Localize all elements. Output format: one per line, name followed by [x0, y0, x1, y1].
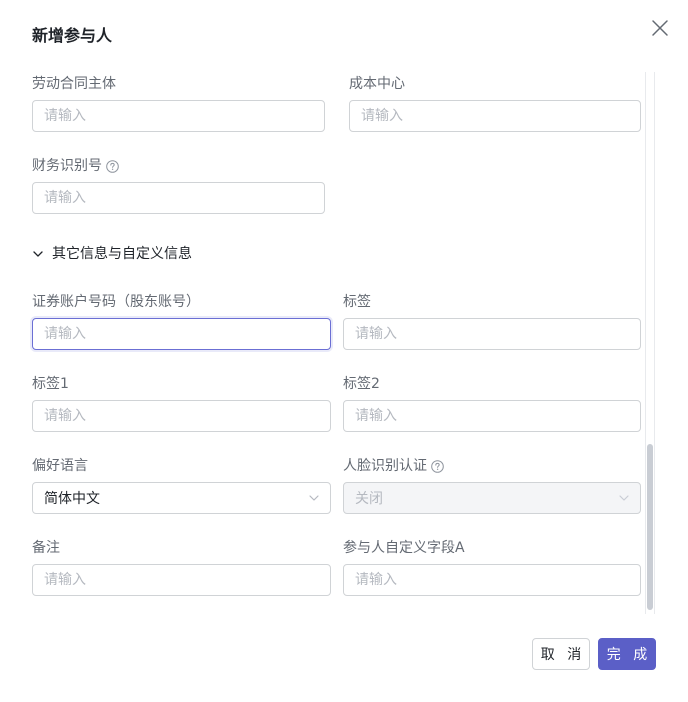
- close-button[interactable]: [650, 18, 670, 38]
- cost-center-field: 成本中心: [349, 74, 641, 132]
- tag2-label: 标签2: [343, 376, 380, 392]
- face-recognition-label-text: 人脸识别认证: [343, 458, 427, 474]
- preferred-language-select[interactable]: 简体中文: [32, 482, 331, 514]
- chevron-down-icon: [619, 495, 629, 501]
- face-recognition-label: 人脸识别认证: [343, 456, 641, 476]
- scrollbar-thumb[interactable]: [647, 444, 653, 610]
- cost-center-label: 成本中心: [349, 76, 405, 92]
- tag-field: 标签: [343, 292, 641, 350]
- chevron-down-icon: [33, 251, 43, 257]
- tag1-label: 标签1: [32, 376, 69, 392]
- custom-field-a-field: 参与人自定义字段A: [343, 538, 641, 596]
- question-circle-icon[interactable]: [431, 459, 444, 473]
- other-info-section-toggle[interactable]: 其它信息与自定义信息: [32, 244, 192, 264]
- finance-id-label-text: 财务识别号: [32, 158, 102, 174]
- remarks-input[interactable]: [32, 564, 331, 596]
- labor-contract-label: 劳动合同主体: [32, 76, 116, 92]
- remarks-label: 备注: [32, 540, 60, 556]
- face-recognition-value: 关闭: [355, 491, 383, 507]
- scrollbar-track[interactable]: [645, 72, 655, 614]
- face-recognition-select[interactable]: 关闭: [343, 482, 641, 514]
- question-circle-icon[interactable]: [106, 159, 119, 173]
- finance-id-input[interactable]: [32, 182, 325, 214]
- cancel-button[interactable]: 取 消: [532, 638, 590, 670]
- chevron-down-icon: [309, 495, 319, 501]
- tag2-field: 标签2: [343, 374, 641, 432]
- preferred-language-label: 偏好语言: [32, 458, 88, 474]
- custom-field-a-input[interactable]: [343, 564, 641, 596]
- dialog-footer: 取 消 完 成: [0, 614, 688, 702]
- tag2-input[interactable]: [343, 400, 641, 432]
- tag-input[interactable]: [343, 318, 641, 350]
- preferred-language-value: 简体中文: [44, 491, 100, 507]
- done-button[interactable]: 完 成: [598, 638, 656, 670]
- securities-account-field: 证券账户号码（股东账号）: [32, 292, 331, 350]
- dialog-title: 新增参与人: [32, 26, 113, 45]
- add-participant-dialog: 新增参与人 劳动合同主体 成本中心 财务识别号: [0, 0, 688, 702]
- securities-account-input[interactable]: [32, 318, 331, 350]
- scrollbar-border-right: [654, 72, 655, 614]
- other-info-section-title: 其它信息与自定义信息: [52, 246, 192, 262]
- scrollbar-border-left: [645, 72, 646, 614]
- close-icon: [652, 20, 668, 36]
- finance-id-label: 财务识别号: [32, 156, 325, 176]
- tag-label: 标签: [343, 294, 371, 310]
- form-scroll-area[interactable]: 劳动合同主体 成本中心 财务识别号: [0, 72, 656, 614]
- cost-center-input[interactable]: [349, 100, 641, 132]
- face-recognition-field: 人脸识别认证 关闭: [343, 456, 641, 514]
- securities-account-label: 证券账户号码（股东账号）: [32, 294, 200, 310]
- finance-id-field: 财务识别号: [32, 156, 325, 214]
- preferred-language-field: 偏好语言 简体中文: [32, 456, 331, 514]
- remarks-field: 备注: [32, 538, 331, 596]
- custom-field-a-label: 参与人自定义字段A: [343, 540, 465, 556]
- tag1-input[interactable]: [32, 400, 331, 432]
- labor-contract-field: 劳动合同主体: [32, 74, 325, 132]
- tag1-field: 标签1: [32, 374, 331, 432]
- labor-contract-input[interactable]: [32, 100, 325, 132]
